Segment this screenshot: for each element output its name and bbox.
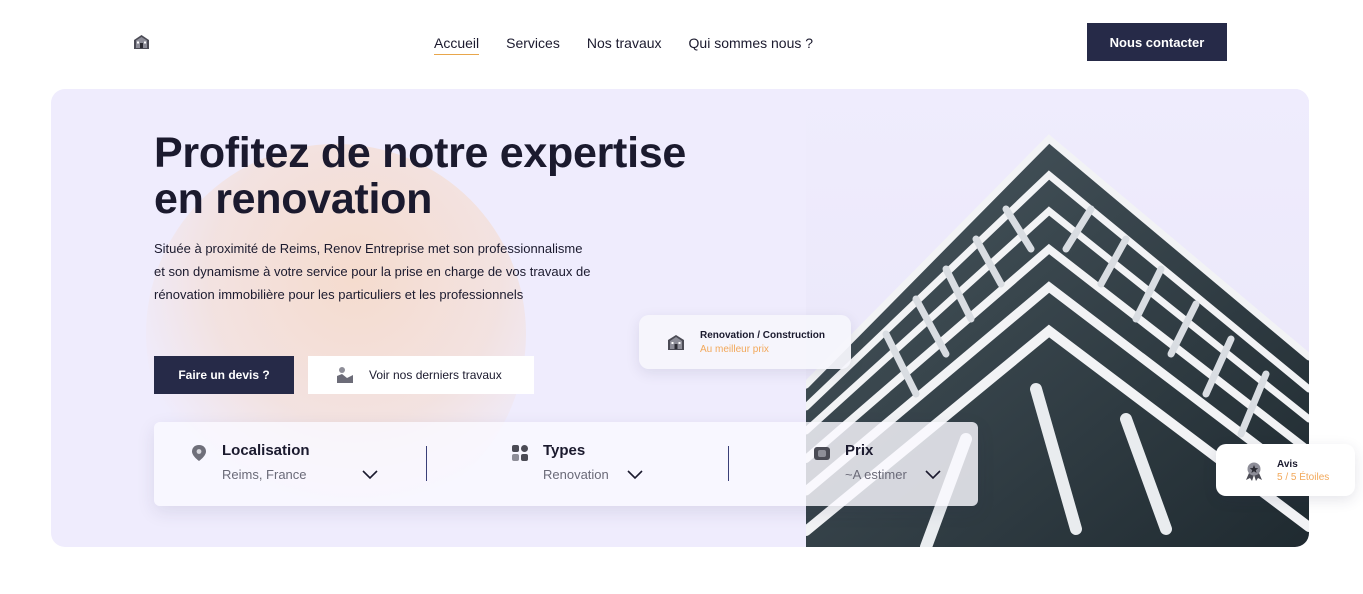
grid-icon [512, 445, 528, 461]
divider [728, 446, 729, 481]
chevron-down-icon[interactable] [362, 468, 378, 480]
reviews-card-title: Avis [1277, 459, 1298, 470]
recent-works-button[interactable]: Voir nos derniers travaux [308, 356, 534, 394]
reviews-card-subtitle: 5 / 5 Étoiles [1277, 472, 1330, 483]
reviews-card: Avis 5 / 5 Étoiles [1216, 444, 1355, 496]
chevron-down-icon[interactable] [627, 468, 643, 480]
hero-title-line1: Profitez de notre expertise [154, 129, 686, 177]
top-navbar: Accueil Services Nos travaux Qui sommes … [0, 0, 1363, 86]
location-value: Reims, France [222, 467, 307, 482]
hero-description: Située à proximité de Reims, Renov Entre… [154, 241, 591, 302]
contact-button[interactable]: Nous contacter [1087, 23, 1227, 61]
location-label: Localisation [222, 442, 310, 459]
hero-title-line2: en renovation [154, 175, 433, 223]
types-value: Renovation [543, 467, 609, 482]
construction-card-title: Renovation / Construction [700, 330, 825, 341]
price-value: ~A estimer [845, 467, 907, 482]
nav-link-services[interactable]: Services [506, 34, 560, 55]
nav-link-qui-sommes-nous[interactable]: Qui sommes nous ? [689, 34, 814, 55]
divider [426, 446, 427, 481]
main-menu: Accueil Services Nos travaux Qui sommes … [434, 34, 813, 55]
chevron-down-icon[interactable] [925, 468, 941, 480]
nav-link-accueil[interactable]: Accueil [434, 34, 480, 55]
map-pin-icon [192, 445, 206, 461]
nav-link-nos-travaux[interactable]: Nos travaux [587, 34, 662, 55]
quote-button[interactable]: Faire un devis ? [154, 356, 294, 394]
house-icon [668, 335, 684, 350]
construction-card-subtitle: Au meilleur prix [700, 344, 769, 355]
hero-title: Profitez de notre expertise en renovatio… [154, 130, 754, 222]
search-bar: Localisation Reims, France Types Renovat… [154, 422, 978, 506]
construction-card: Renovation / Construction Au meilleur pr… [639, 315, 851, 369]
award-icon [1246, 462, 1262, 481]
types-label: Types [543, 442, 586, 459]
wallet-icon [814, 447, 830, 460]
image-icon [337, 367, 353, 383]
price-label: Prix [845, 442, 874, 459]
house-logo-icon[interactable] [133, 34, 150, 50]
recent-works-label: Voir nos derniers travaux [369, 368, 502, 382]
